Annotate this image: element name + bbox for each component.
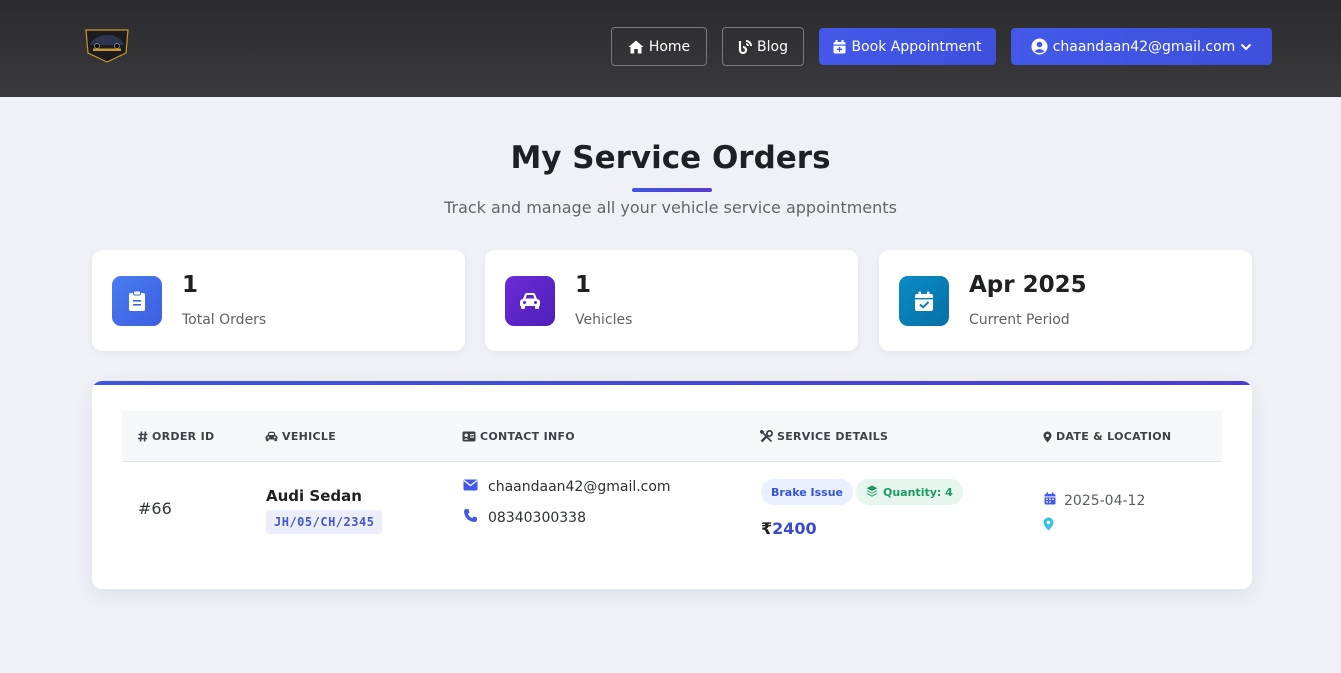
user-email-label: chaandaan42@gmail.com (1052, 38, 1236, 55)
book-appointment-button[interactable]: Book Appointment (819, 28, 996, 65)
chevron-down-icon (1240, 43, 1252, 51)
quantity-label: Quantity: 4 (883, 485, 953, 499)
user-menu-dropdown[interactable]: chaandaan42@gmail.com (1011, 28, 1272, 65)
map-marker-icon (1043, 431, 1052, 443)
service-date: 2025-04-12 (1044, 492, 1145, 509)
page-subtitle: Track and manage all your vehicle servic… (444, 198, 897, 217)
car-icon (265, 431, 278, 442)
contact-email-text: chaandaan42@gmail.com (488, 479, 671, 495)
contact-phone: 08340300338 (463, 508, 586, 527)
stat-value: 1 (182, 272, 199, 298)
column-header-service: SERVICE DETAILS (760, 411, 888, 462)
hashtag-icon (138, 431, 148, 442)
stat-label: Total Orders (182, 312, 267, 328)
phone-icon (463, 508, 478, 527)
contact-phone-text: 08340300338 (488, 509, 586, 526)
stat-label: Current Period (969, 312, 1070, 328)
quantity-badge: Quantity: 4 (856, 479, 963, 505)
navbar: Home Blog Book Appointment chaandaan42@g… (0, 0, 1341, 97)
service-issue-label: Brake Issue (771, 485, 844, 499)
car-icon (505, 276, 555, 326)
nav-blog-button[interactable]: Blog (722, 27, 804, 66)
currency-symbol: ₹ (761, 519, 773, 538)
stat-value: 1 (575, 272, 592, 298)
column-header-date-location: DATE & LOCATION (1043, 411, 1171, 462)
service-date-text: 2025-04-12 (1064, 492, 1146, 509)
vehicle-name: Audi Sedan (266, 487, 362, 505)
nav-home-button[interactable]: Home (611, 27, 707, 66)
column-header-vehicle: VEHICLE (265, 411, 336, 462)
map-marker-icon[interactable] (1043, 516, 1054, 535)
order-id: #66 (138, 499, 172, 518)
calendar-icon (1044, 492, 1056, 509)
calendar-plus-icon (833, 39, 846, 54)
car-logo[interactable] (80, 27, 134, 63)
column-header-label: DATE & LOCATION (1056, 430, 1172, 443)
license-plate-badge: JH/05/CH/2345 (266, 510, 383, 534)
clipboard-icon (112, 276, 162, 326)
price-amount: 2400 (772, 519, 817, 538)
column-header-order-id: ORDER ID (138, 411, 214, 462)
stat-value: Apr 2025 (969, 272, 1087, 298)
stat-label: Vehicles (575, 312, 633, 328)
column-header-contact: CONTACT INFO (462, 411, 575, 462)
layers-icon (866, 485, 878, 500)
home-icon (628, 40, 644, 54)
table-row[interactable]: #66 Audi Sedan JH/05/CH/2345 chaandaan42… (122, 463, 1222, 563)
book-appointment-label: Book Appointment (851, 38, 982, 55)
title-underline (632, 188, 712, 192)
service-issue-badge: Brake Issue (761, 479, 854, 505)
calendar-check-icon (899, 276, 949, 326)
card-accent-bar (92, 381, 1252, 385)
table-header: ORDER ID VEHICLE CONTACT INFO SERVICE DE… (122, 411, 1222, 462)
user-circle-icon (1031, 38, 1048, 55)
tools-icon (760, 430, 773, 443)
stat-card-current-period: Apr 2025 Current Period (879, 250, 1252, 351)
stat-card-vehicles: 1 Vehicles (485, 250, 858, 351)
column-header-label: CONTACT INFO (480, 430, 575, 443)
page-title: My Service Orders (510, 140, 831, 176)
blog-icon (738, 39, 753, 54)
nav-home-label: Home (648, 38, 691, 55)
orders-table-card: ORDER ID VEHICLE CONTACT INFO SERVICE DE… (92, 381, 1252, 589)
envelope-icon (463, 479, 478, 495)
column-header-label: ORDER ID (152, 430, 215, 443)
column-header-label: VEHICLE (282, 430, 337, 443)
stat-card-total-orders: 1 Total Orders (92, 250, 465, 351)
address-card-icon (462, 431, 476, 442)
column-header-label: SERVICE DETAILS (777, 430, 889, 443)
service-price: ₹2400 (761, 519, 817, 538)
contact-email: chaandaan42@gmail.com (463, 479, 671, 495)
nav-blog-label: Blog (757, 38, 788, 55)
